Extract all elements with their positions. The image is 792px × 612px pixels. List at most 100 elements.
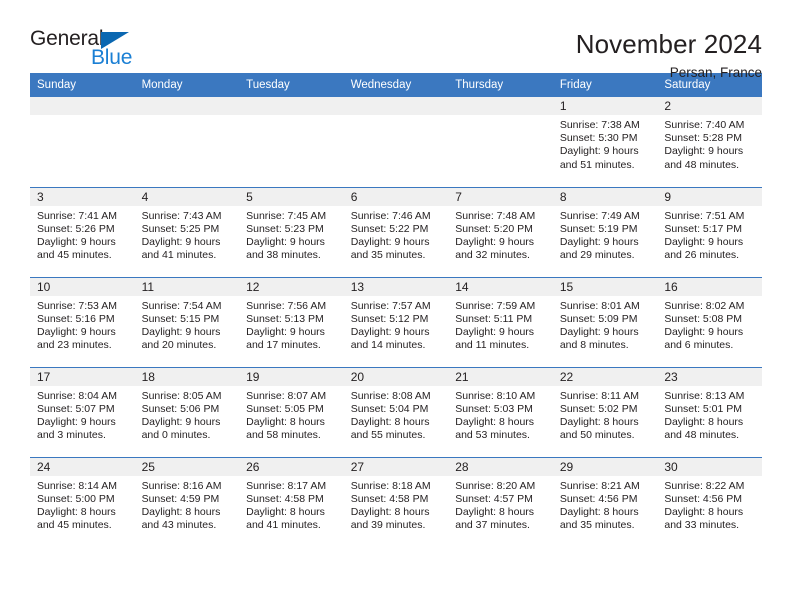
sunset-time: Sunset: 5:03 PM [455,402,533,415]
day-details: Sunrise: 8:20 AM Sunset: 4:57 PM Daylight:… [448,476,553,533]
calendar-day-cell[interactable]: 30 Sunrise: 8:22 AM Sunset: 4:56 PM Dayligh… [657,456,762,547]
day-number: 2 [657,97,762,115]
daylight-duration-line1: Daylight: 8 hours [664,415,744,428]
day-details: Sunrise: 7:40 AM Sunset: 5:28 PM Daylight:… [657,115,762,172]
calendar-day-cell[interactable]: 23 Sunrise: 8:13 AM Sunset: 5:01 PM Dayligh… [657,366,762,457]
daylight-duration-line1: Daylight: 9 hours [664,235,744,248]
daylight-duration-line1: Daylight: 9 hours [559,325,639,338]
calendar-day-cell[interactable]: 24 Sunrise: 8:14 AM Sunset: 5:00 PM Dayligh… [30,456,135,547]
day-details: Sunrise: 7:41 AM Sunset: 5:26 PM Daylight:… [30,206,135,263]
sunset-time: Sunset: 4:56 PM [559,492,638,505]
day-number [134,97,240,115]
calendar-day-cell[interactable]: 27 Sunrise: 8:18 AM Sunset: 4:58 PM Dayligh… [343,456,449,547]
sunrise-time: Sunrise: 8:22 AM [664,479,745,492]
calendar-day-cell[interactable]: 11 Sunrise: 7:54 AM Sunset: 5:15 PM Dayligh… [134,276,240,367]
calendar-week-row: 17 Sunrise: 8:04 AM Sunset: 5:07 PM Dayligh… [30,366,762,457]
calendar-day-cell[interactable]: 18 Sunrise: 8:05 AM Sunset: 5:06 PM Dayligh… [134,366,240,457]
sunrise-time: Sunrise: 8:04 AM [37,389,117,402]
day-details: Sunrise: 8:17 AM Sunset: 4:58 PM Daylight:… [239,476,344,533]
calendar-day-cell[interactable]: 9 Sunrise: 7:51 AM Sunset: 5:17 PM Daylight… [657,186,762,277]
day-details: Sunrise: 7:45 AM Sunset: 5:23 PM Daylight:… [239,206,344,263]
sunrise-time: Sunrise: 7:38 AM [559,119,640,131]
calendar-week-row: 3 Sunrise: 7:41 AM Sunset: 5:26 PM Daylight… [30,186,762,277]
daylight-duration-line2: and 41 minutes. [141,249,217,262]
daylight-duration-line2: and 35 minutes. [559,519,635,532]
calendar-day-cell[interactable]: 4 Sunrise: 7:43 AM Sunset: 5:25 PM Daylight… [134,186,240,277]
calendar-day-cell[interactable]: 14 Sunrise: 7:59 AM Sunset: 5:11 PM Dayligh… [448,276,553,367]
weekday-header-thursday: Thursday [448,73,553,97]
day-details: Sunrise: 8:16 AM Sunset: 4:59 PM Daylight:… [135,476,240,533]
calendar-day-cell[interactable]: 25 Sunrise: 8:16 AM Sunset: 4:59 PM Dayligh… [134,456,240,547]
calendar-day-cell[interactable]: 17 Sunrise: 8:04 AM Sunset: 5:07 PM Dayligh… [30,366,135,457]
sunset-time: Sunset: 5:04 PM [350,402,429,415]
daylight-duration-line2: and 58 minutes. [246,429,321,442]
calendar-day-cell[interactable]: 20 Sunrise: 8:08 AM Sunset: 5:04 PM Dayligh… [343,366,449,457]
daylight-duration-line2: and 48 minutes. [664,158,740,171]
calendar-day-cell[interactable]: 12 Sunrise: 7:56 AM Sunset: 5:13 PM Dayligh… [239,276,344,367]
day-details: Sunrise: 7:57 AM Sunset: 5:12 PM Daylight:… [344,296,449,353]
day-number [343,97,449,115]
sunrise-time: Sunrise: 7:45 AM [246,209,327,222]
day-details: Sunrise: 8:04 AM Sunset: 5:07 PM Daylight:… [30,386,135,443]
calendar-day-cell[interactable]: 10 Sunrise: 7:53 AM Sunset: 5:16 PM Dayligh… [30,276,135,367]
day-details: Sunrise: 8:21 AM Sunset: 4:56 PM Daylight:… [553,476,658,533]
sunrise-time: Sunrise: 8:16 AM [141,479,222,492]
day-number [30,97,135,115]
daylight-duration-line1: Daylight: 8 hours [664,505,744,518]
sunrise-time: Sunrise: 7:41 AM [37,209,117,222]
sunrise-time: Sunrise: 8:11 AM [559,389,639,402]
daylight-duration-line1: Daylight: 9 hours [246,235,325,248]
day-details: Sunrise: 8:08 AM Sunset: 5:04 PM Daylight:… [344,386,449,443]
day-number: 5 [239,187,344,206]
calendar-day-cell[interactable]: 13 Sunrise: 7:57 AM Sunset: 5:12 PM Dayligh… [343,276,449,367]
daylight-duration-line2: and 45 minutes. [37,519,112,532]
day-details: Sunrise: 8:13 AM Sunset: 5:01 PM Daylight:… [657,386,762,443]
day-number: 8 [552,187,658,206]
calendar-day-cell[interactable]: 16 Sunrise: 8:02 AM Sunset: 5:08 PM Dayligh… [657,276,762,367]
page-header: General Blue November 2024 Persan, Franc… [30,0,762,80]
calendar-day-cell[interactable]: 5 Sunrise: 7:45 AM Sunset: 5:23 PM Daylight… [239,186,344,277]
sunrise-time: Sunrise: 7:51 AM [664,209,745,222]
calendar-day-cell[interactable]: 29 Sunrise: 8:21 AM Sunset: 4:56 PM Dayligh… [552,456,658,547]
sunrise-time: Sunrise: 8:17 AM [246,479,327,492]
daylight-duration-line1: Daylight: 8 hours [246,415,325,428]
daylight-duration-line1: Daylight: 9 hours [141,415,221,428]
sunset-time: Sunset: 4:56 PM [664,492,743,505]
daylight-duration-line1: Daylight: 8 hours [455,505,535,518]
calendar-day-cell[interactable]: 26 Sunrise: 8:17 AM Sunset: 4:58 PM Dayligh… [239,456,344,547]
calendar-day-cell[interactable]: 22 Sunrise: 8:11 AM Sunset: 5:02 PM Dayligh… [552,366,658,457]
daylight-duration-line1: Daylight: 8 hours [559,505,639,518]
calendar-day-cell[interactable]: 2 Sunrise: 7:40 AM Sunset: 5:28 PM Daylight… [657,97,762,187]
day-number: 1 [552,97,658,115]
sunset-time: Sunset: 5:01 PM [664,402,743,415]
calendar-day-cell[interactable]: 7 Sunrise: 7:48 AM Sunset: 5:20 PM Daylight… [448,186,553,277]
daylight-duration-line1: Daylight: 9 hours [37,325,116,338]
daylight-duration-line1: Daylight: 8 hours [350,415,430,428]
day-number: 9 [657,187,762,206]
day-number: 10 [30,277,135,296]
sunset-time: Sunset: 4:58 PM [246,492,324,505]
sunset-time: Sunset: 5:26 PM [37,222,115,235]
calendar-day-cell[interactable]: 28 Sunrise: 8:20 AM Sunset: 4:57 PM Dayligh… [448,456,553,547]
daylight-duration-line1: Daylight: 9 hours [559,235,639,248]
daylight-duration-line1: Daylight: 9 hours [350,235,430,248]
day-number: 25 [134,457,240,476]
calendar-day-cell[interactable]: 21 Sunrise: 8:10 AM Sunset: 5:03 PM Dayligh… [448,366,553,457]
calendar-day-cell[interactable]: 15 Sunrise: 8:01 AM Sunset: 5:09 PM Dayligh… [552,276,658,367]
calendar-day-cell[interactable]: 19 Sunrise: 8:07 AM Sunset: 5:05 PM Dayligh… [239,366,344,457]
calendar-day-cell[interactable]: 8 Sunrise: 7:49 AM Sunset: 5:19 PM Daylight… [552,186,658,277]
calendar-day-cell[interactable]: 3 Sunrise: 7:41 AM Sunset: 5:26 PM Daylight… [30,186,135,277]
daylight-duration-line2: and 41 minutes. [246,519,321,532]
daylight-duration-line1: Daylight: 9 hours [37,415,116,428]
daylight-duration-line2: and 0 minutes. [141,429,211,442]
calendar-day-cell[interactable]: 1 Sunrise: 7:38 AM Sunset: 5:30 PM Daylight… [552,97,658,187]
sunrise-time: Sunrise: 8:01 AM [559,299,640,312]
calendar-day-cell[interactable]: 6 Sunrise: 7:46 AM Sunset: 5:22 PM Daylight… [343,186,449,277]
sunrise-time: Sunrise: 8:05 AM [141,389,222,402]
daylight-duration-line2: and 8 minutes. [559,339,629,352]
day-details: Sunrise: 8:14 AM Sunset: 5:00 PM Daylight:… [30,476,135,533]
general-blue-logo[interactable]: General Blue [30,28,150,74]
daylight-duration-line2: and 20 minutes. [141,339,217,352]
calendar-day-cell-empty [30,97,135,187]
day-number [448,97,553,115]
